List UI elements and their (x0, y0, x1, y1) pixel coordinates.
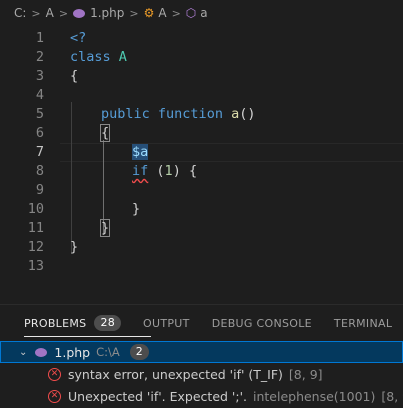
breadcrumb-file[interactable]: 1.php (73, 6, 124, 20)
panel-tabs: PROBLEMS 28 OUTPUT DEBUG CONSOLE TERMINA… (0, 305, 403, 341)
breadcrumb-drive[interactable]: C: (14, 6, 26, 20)
selected-token: $a (132, 144, 149, 160)
error-circle-icon: ✕ (48, 389, 61, 403)
line-number: 1 (35, 30, 44, 46)
line-number: 5 (35, 106, 44, 122)
breadcrumb-class[interactable]: ⚙ A (144, 6, 167, 20)
line-number: 12 (27, 239, 44, 255)
line-number: 11 (27, 220, 44, 236)
tab-debug-console[interactable]: DEBUG CONSOLE (212, 305, 312, 341)
breadcrumb-method[interactable]: ⬡ a (186, 6, 208, 20)
code-editor[interactable]: 1 <? 2 class A 3 { 4 5 public function a… (0, 26, 403, 284)
php-elephant-icon (73, 8, 86, 18)
code-line: if (1) { (132, 163, 198, 179)
code-line: <? (70, 30, 87, 46)
line-number-active: 7 (35, 144, 44, 160)
chevron-right-icon: > (31, 6, 41, 20)
problem-position: [8, 9] (381, 388, 403, 404)
tab-output-label: OUTPUT (143, 316, 190, 330)
breadcrumb-class-label: A (158, 6, 167, 20)
tab-output[interactable]: OUTPUT (143, 305, 190, 341)
code-line-cursor: $a (132, 143, 149, 162)
line-number: 3 (35, 68, 44, 84)
error-squiggle: if (132, 163, 149, 179)
line-number: 13 (27, 258, 44, 274)
problem-message: Unexpected 'if'. Expected ';'. (68, 388, 247, 404)
problem-file-name: 1.php (54, 344, 91, 360)
breadcrumb-file-label: 1.php (90, 6, 125, 20)
code-line: public function a() (101, 106, 256, 122)
problem-position: [8, 9] (288, 366, 323, 382)
tab-problems[interactable]: PROBLEMS 28 (24, 305, 152, 341)
line-number: 6 (35, 125, 44, 141)
code-line: } (99, 219, 111, 238)
file-problem-count-badge: 2 (129, 344, 149, 360)
breadcrumb-method-label: a (200, 6, 208, 20)
symbol-method-icon: ⬡ (185, 6, 197, 20)
chevron-right-icon: > (129, 6, 139, 20)
code-line: } (132, 201, 141, 217)
line-number: 4 (35, 87, 44, 103)
line-number: 10 (27, 201, 44, 217)
problem-file-row[interactable]: ⌄ 1.php C:\A 2 (0, 341, 403, 363)
problem-item[interactable]: ✕ syntax error, unexpected 'if' (T_IF) [… (0, 363, 403, 385)
code-line: { (99, 124, 111, 143)
line-number: 2 (35, 49, 44, 65)
problem-message: syntax error, unexpected 'if' (T_IF) (68, 366, 283, 382)
problem-item[interactable]: ✕ Unexpected 'if'. Expected ';'. intelep… (0, 385, 403, 407)
tab-terminal[interactable]: TERMINAL (334, 305, 392, 341)
problems-count-badge: 28 (94, 315, 122, 331)
php-elephant-icon (35, 347, 48, 357)
problem-file-path: C:\A (96, 345, 120, 359)
chevron-right-icon: > (58, 6, 69, 20)
code-line: { (70, 68, 79, 84)
error-circle-icon: ✕ (48, 367, 61, 381)
line-number: 9 (35, 182, 44, 198)
chevron-right-icon: > (171, 6, 181, 20)
bracket-match: { (99, 124, 111, 142)
breadcrumb-folder[interactable]: A (46, 6, 54, 20)
bracket-match: } (99, 219, 111, 237)
problem-source: intelephense(1001) (252, 388, 376, 404)
breadcrumb: C: > A > 1.php > ⚙ A > ⬡ a (0, 0, 403, 26)
symbol-class-icon: ⚙ (143, 6, 155, 20)
tab-terminal-label: TERMINAL (333, 316, 393, 330)
bottom-panel: PROBLEMS 28 OUTPUT DEBUG CONSOLE TERMINA… (0, 304, 403, 408)
line-number: 8 (35, 163, 44, 179)
tab-problems-label: PROBLEMS (24, 316, 87, 330)
tab-debug-console-label: DEBUG CONSOLE (211, 316, 312, 330)
code-line: } (70, 239, 79, 255)
code-line: class A (70, 49, 127, 65)
chevron-down-icon[interactable]: ⌄ (19, 347, 27, 358)
